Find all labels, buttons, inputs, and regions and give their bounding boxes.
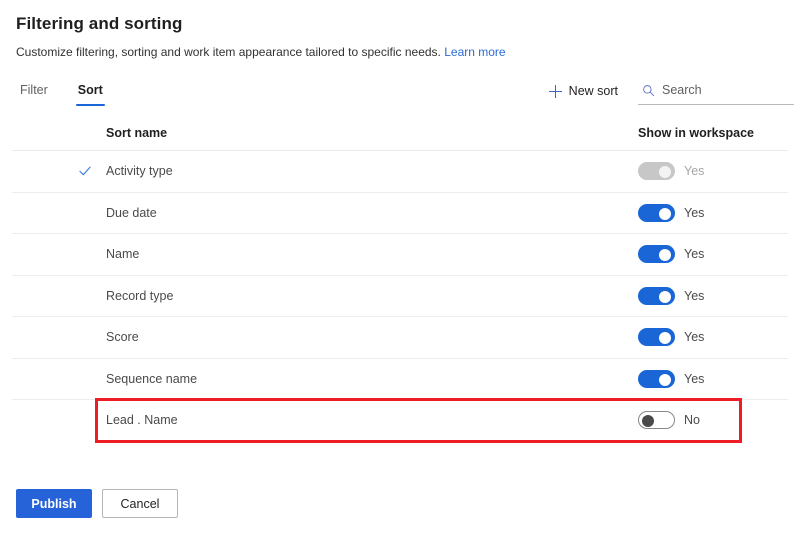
toggle-knob xyxy=(659,373,671,386)
publish-button[interactable]: Publish xyxy=(16,489,92,518)
toggle-state-label: Yes xyxy=(684,205,705,220)
row-name-cell: Activity type xyxy=(12,164,630,178)
toggle-knob xyxy=(659,207,671,220)
toggle-knob xyxy=(659,290,671,303)
show-in-workspace-toggle[interactable] xyxy=(638,286,675,305)
new-sort-button[interactable]: New sort xyxy=(547,80,620,102)
row-show-cell: Yes xyxy=(630,369,788,388)
row-name-cell: Name xyxy=(12,247,630,261)
toggle-knob xyxy=(659,166,671,179)
row-name-cell: Record type xyxy=(12,289,630,303)
show-in-workspace-toggle xyxy=(638,162,675,181)
row-name-label: Sequence name xyxy=(106,371,198,386)
row-name-cell: Sequence name xyxy=(12,372,630,386)
tab-filter[interactable]: Filter xyxy=(18,78,50,106)
row-name-label: Record type xyxy=(106,288,174,303)
table-header-row: Sort name Show in workspace xyxy=(12,126,788,151)
row-name-label: Name xyxy=(106,247,140,262)
footer-actions: Publish Cancel xyxy=(0,489,800,534)
table-row[interactable]: Name Yes xyxy=(12,234,788,276)
table-row[interactable]: Record type Yes xyxy=(12,276,788,317)
page-title: Filtering and sorting xyxy=(16,14,183,33)
row-show-cell: Yes xyxy=(630,245,788,264)
new-sort-button-label: New sort xyxy=(568,84,618,98)
row-name-label: Due date xyxy=(106,205,157,220)
toggle-state-label: No xyxy=(684,413,700,428)
row-name-label: Lead . Name xyxy=(106,413,178,428)
tab-sort[interactable]: Sort xyxy=(75,78,105,106)
table-row[interactable]: Lead . Name No xyxy=(12,400,788,441)
plus-icon xyxy=(548,84,562,98)
table-row[interactable]: Due date Yes xyxy=(12,193,788,234)
toggle-knob xyxy=(659,332,671,345)
check-icon xyxy=(79,166,91,176)
table-row[interactable]: Sequence name Yes xyxy=(12,359,788,400)
toggle-state-label: Yes xyxy=(684,288,705,303)
show-in-workspace-toggle[interactable] xyxy=(638,369,675,388)
table-row[interactable]: Activity type Yes xyxy=(12,151,788,193)
row-show-cell: Yes xyxy=(630,286,788,305)
cancel-button[interactable]: Cancel xyxy=(102,489,178,518)
search-icon xyxy=(643,84,655,96)
table-row[interactable]: Score Yes xyxy=(12,317,788,359)
toggle-knob xyxy=(642,415,654,428)
toggle-state-label: Yes xyxy=(684,247,705,262)
search-input[interactable] xyxy=(662,82,792,98)
search-box[interactable] xyxy=(638,80,794,105)
row-name-cell: Lead . Name xyxy=(12,413,630,427)
row-name-cell: Due date xyxy=(12,206,630,220)
row-show-cell: Yes xyxy=(630,162,788,181)
column-header-show-in-workspace: Show in workspace xyxy=(638,126,755,140)
toggle-knob xyxy=(659,249,671,262)
page-subtitle: Customize filtering, sorting and work it… xyxy=(16,44,784,60)
toggle-state-label: Yes xyxy=(684,371,705,386)
show-in-workspace-toggle[interactable] xyxy=(638,245,675,264)
table-body: Activity type Yes Due date Yes Name Yes Record… xyxy=(12,151,788,441)
learn-more-link[interactable]: Learn more xyxy=(444,45,505,59)
row-name-label: Score xyxy=(106,330,139,345)
page-subtitle-text: Customize filtering, sorting and work it… xyxy=(16,45,441,59)
show-in-workspace-toggle[interactable] xyxy=(638,203,675,222)
row-show-cell: Yes xyxy=(630,203,788,222)
row-show-cell: No xyxy=(630,411,788,430)
toolbar: Filter Sort New sort xyxy=(0,78,800,114)
show-in-workspace-toggle[interactable] xyxy=(638,328,675,347)
sort-table: Sort name Show in workspace Activity typ… xyxy=(0,126,800,441)
toggle-state-label: Yes xyxy=(684,164,705,179)
row-show-cell: Yes xyxy=(630,328,788,347)
row-name-cell: Score xyxy=(12,330,630,344)
toggle-state-label: Yes xyxy=(684,330,705,345)
page-header: Filtering and sorting Customize filterin… xyxy=(0,0,800,60)
tab-list: Filter Sort xyxy=(16,78,105,106)
toolbar-actions: New sort xyxy=(547,78,794,105)
show-in-workspace-toggle[interactable] xyxy=(638,411,675,430)
column-header-sort-name: Sort name xyxy=(106,126,168,140)
